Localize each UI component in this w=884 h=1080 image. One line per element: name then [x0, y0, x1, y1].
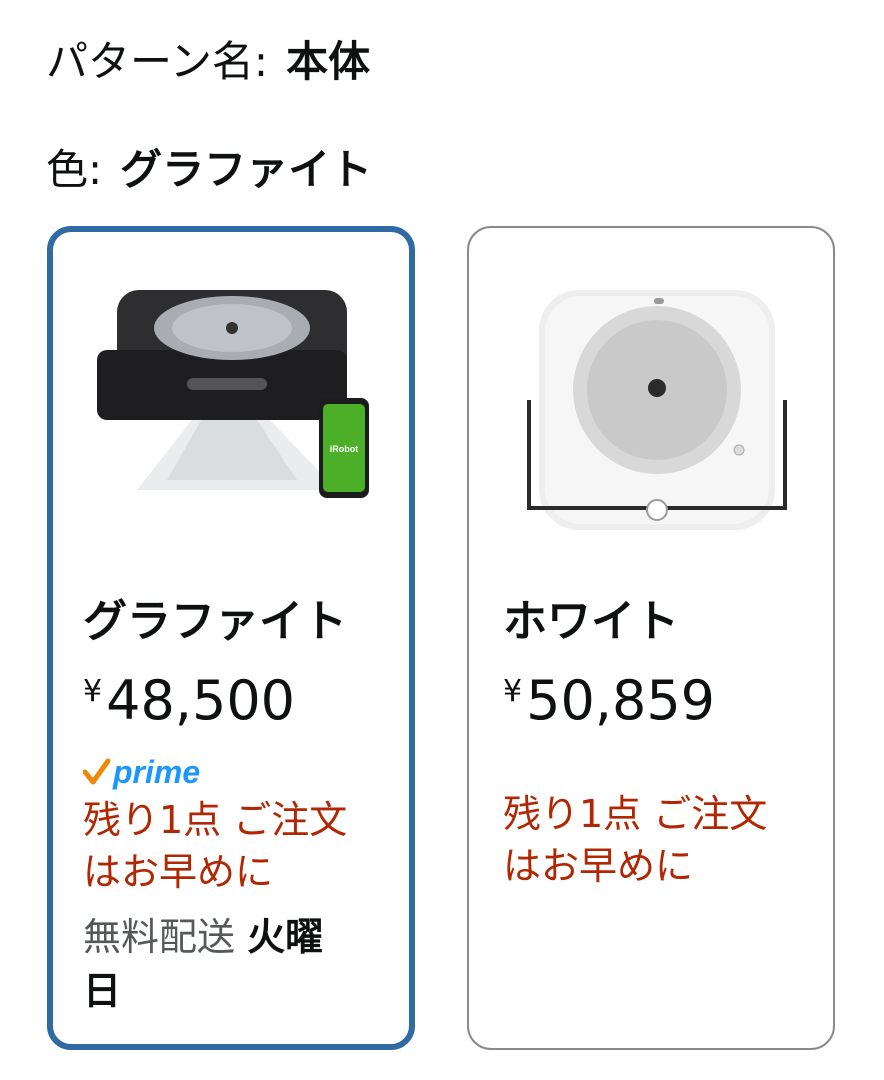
phone-brand-label: iRobot [330, 444, 359, 454]
color-label: 色: [46, 145, 103, 194]
currency-symbol: ¥ [83, 674, 103, 709]
swatch-white[interactable]: ホワイト ¥50,859 残り1点 ご注文 はお早めに [467, 226, 835, 1050]
stock-line-1: 残り1点 ご注文 [503, 792, 768, 836]
price-value: 50,859 [526, 669, 716, 732]
delivery-info: 無料配送 火曜日 [83, 910, 383, 1018]
price-value: 48,500 [106, 669, 296, 732]
swatch-name: グラファイト [83, 596, 347, 647]
pattern-row: パターン名: 本体 [46, 34, 370, 90]
currency-symbol: ¥ [503, 674, 523, 709]
pattern-label: パターン名: [46, 37, 269, 86]
swatch-name: ホワイト [503, 596, 679, 647]
variation-selector: パターン名: 本体 色: グラファイト iRobot グラファイト ¥48,500 [0, 0, 884, 1080]
prime-badge: prime [83, 752, 200, 792]
stock-line-1: 残り1点 ご注文 [83, 798, 348, 842]
prime-label: prime [113, 753, 201, 790]
swatch-graphite[interactable]: iRobot グラファイト ¥48,500 prime 残り1点 ご注文 はお早… [47, 226, 415, 1050]
stock-line-2: はお早めに [83, 850, 274, 894]
color-row: 色: グラファイト [46, 142, 372, 198]
pattern-value: 本体 [286, 37, 371, 86]
swatch-price: ¥50,859 [503, 660, 715, 733]
product-image-graphite: iRobot [97, 290, 369, 498]
delivery-day-cont: 日 [83, 969, 122, 1013]
swatch-price: ¥48,500 [83, 660, 295, 733]
delivery-day: 火曜 [247, 915, 324, 959]
stock-warning: 残り1点 ご注文 はお早めに [83, 794, 403, 898]
stock-warning: 残り1点 ご注文 はお早めに [503, 788, 823, 892]
product-image-white [527, 290, 787, 530]
prime-check-icon [83, 758, 111, 785]
color-value: グラファイト [120, 145, 373, 194]
stock-line-2: はお早めに [503, 844, 694, 888]
delivery-prefix: 無料配送 [83, 915, 248, 959]
